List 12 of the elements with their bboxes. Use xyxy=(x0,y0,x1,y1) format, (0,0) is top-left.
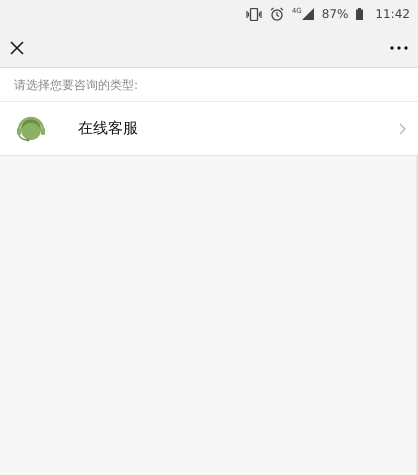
service-list-item[interactable]: 在线客服 xyxy=(0,102,418,156)
more-icon[interactable] xyxy=(390,46,408,50)
close-icon[interactable] xyxy=(10,40,24,54)
alarm-icon xyxy=(270,7,284,21)
vibrate-icon xyxy=(246,8,262,20)
signal-icon xyxy=(302,8,314,20)
headset-agent-icon xyxy=(16,114,46,142)
battery-percent: 87% xyxy=(322,6,348,23)
battery-icon xyxy=(356,8,364,20)
chevron-right-icon xyxy=(399,122,406,134)
prompt-text: 请选择您要咨询的类型: xyxy=(14,76,138,94)
clock-time: 11:42 xyxy=(375,6,410,23)
